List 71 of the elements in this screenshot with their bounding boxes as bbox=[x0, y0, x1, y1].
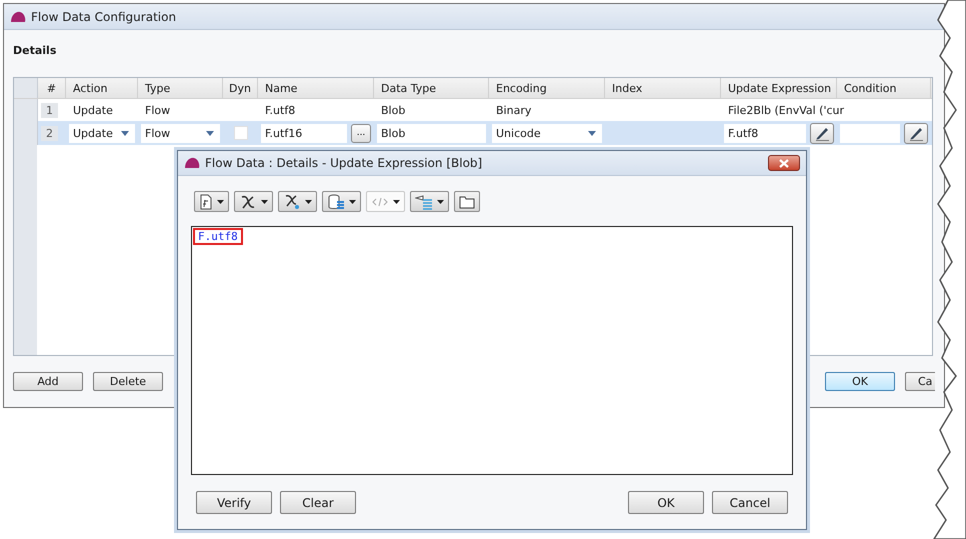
folder-icon bbox=[459, 194, 475, 208]
column-header: Type bbox=[138, 78, 223, 98]
table-cell-text: File2Blb (EnvVal ('cur bbox=[727, 104, 844, 116]
toolbar-button[interactable] bbox=[322, 191, 361, 212]
checkbox[interactable] bbox=[234, 126, 248, 140]
expression-field[interactable]: F.utf8 bbox=[724, 124, 806, 142]
dialog-title: Flow Data : Details - Update Expression [Blob] bbox=[205, 156, 484, 170]
section-title: Details bbox=[13, 44, 58, 57]
table-cell-text: F.utf8 bbox=[264, 104, 296, 116]
toolbar-button[interactable] bbox=[410, 191, 449, 212]
button[interactable]: Ca bbox=[905, 372, 935, 391]
caret-icon bbox=[261, 200, 268, 204]
close-button[interactable] bbox=[768, 155, 800, 171]
toolbar-button[interactable] bbox=[278, 191, 317, 212]
table-row[interactable]: 1 Update Flow F.utf8 Blob Binary File2Blb (EnvVal ('cur bbox=[14, 99, 932, 121]
column-header: Index bbox=[605, 78, 721, 98]
database-icon bbox=[327, 194, 345, 210]
pencil-icon bbox=[814, 125, 830, 141]
button[interactable]: Cancel bbox=[712, 491, 788, 514]
toolbar-button[interactable] bbox=[194, 191, 229, 212]
list-icon bbox=[415, 194, 433, 210]
caret-icon bbox=[206, 130, 214, 136]
button[interactable]: Verify bbox=[196, 491, 272, 514]
expression-editor[interactable]: F.utf8 bbox=[191, 226, 793, 475]
row-number: 1 bbox=[41, 102, 58, 118]
data-type-field[interactable]: Blob bbox=[377, 124, 486, 142]
column-header: Update Expression bbox=[721, 78, 837, 98]
column-header: Action bbox=[66, 78, 138, 98]
logo-icon bbox=[10, 10, 26, 24]
italic-x-icon bbox=[239, 194, 257, 210]
button[interactable]: Add bbox=[13, 372, 83, 391]
browse-button[interactable]: ... bbox=[351, 124, 371, 142]
caret-icon bbox=[437, 200, 444, 204]
document-icon bbox=[199, 194, 213, 210]
table-row[interactable]: 2 Update Flow F.utf16 ... Blob Unicode F.utf8 bbox=[14, 121, 932, 145]
edit-button[interactable] bbox=[904, 122, 928, 144]
highlighted-expression: F.utf8 bbox=[193, 228, 243, 245]
caret-icon bbox=[349, 200, 356, 204]
column-header: Condition bbox=[837, 78, 931, 98]
close-icon bbox=[779, 158, 789, 168]
toolbar-button[interactable] bbox=[454, 191, 480, 212]
caret-icon bbox=[121, 130, 129, 136]
table-cell-text: Binary bbox=[495, 104, 532, 116]
button[interactable]: Delete bbox=[93, 372, 163, 391]
table-cell-text: Blob bbox=[380, 104, 406, 116]
button[interactable]: OK bbox=[628, 491, 704, 514]
toolbar-button[interactable] bbox=[234, 191, 273, 212]
caret-icon bbox=[588, 130, 596, 136]
logo-icon bbox=[184, 156, 200, 170]
edit-button[interactable] bbox=[810, 122, 834, 144]
condition-field[interactable] bbox=[840, 124, 900, 142]
italic-x-icon bbox=[283, 194, 301, 210]
caret-icon bbox=[305, 200, 312, 204]
caret-icon bbox=[393, 200, 400, 204]
pencil-icon bbox=[908, 125, 924, 141]
column-header: Dyn bbox=[223, 78, 258, 98]
window-title: Flow Data Configuration bbox=[31, 10, 176, 24]
column-header: Name bbox=[258, 78, 374, 98]
button[interactable]: OK bbox=[825, 372, 895, 391]
column-header: Encoding bbox=[489, 78, 605, 98]
table-cell-text: Flow bbox=[144, 104, 170, 116]
caret-icon bbox=[217, 200, 224, 204]
column-header: Data Type bbox=[374, 78, 489, 98]
button[interactable]: Clear bbox=[280, 491, 356, 514]
row-number: 2 bbox=[41, 126, 58, 140]
type-dropdown[interactable]: Flow bbox=[141, 124, 220, 142]
table-cell-text: Update bbox=[72, 104, 113, 116]
column-header: # bbox=[38, 78, 66, 98]
encoding-dropdown[interactable]: Unicode bbox=[492, 124, 602, 142]
action-dropdown[interactable]: Update bbox=[69, 124, 135, 142]
name-field[interactable]: F.utf16 bbox=[261, 124, 347, 142]
